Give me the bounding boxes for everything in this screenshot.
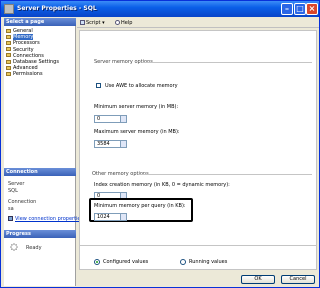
min-server-memory-label: Minimum server memory (in MB): bbox=[94, 104, 179, 110]
page-item-label: Database Settings bbox=[13, 59, 59, 65]
running-values-radio[interactable] bbox=[180, 259, 186, 265]
select-page-header: Select a page bbox=[4, 18, 76, 26]
page-item-connections[interactable]: Connections bbox=[6, 53, 44, 59]
server-properties-window: Server Properties - SQL – □ × Select a p… bbox=[0, 0, 320, 288]
min-query-memory-input[interactable]: 1024 bbox=[94, 213, 127, 221]
awe-checkbox[interactable] bbox=[96, 83, 101, 88]
page-icon bbox=[6, 71, 11, 76]
maximize-button[interactable]: □ bbox=[294, 3, 306, 15]
connection-value: sa bbox=[8, 206, 14, 212]
page-item-label: Permissions bbox=[13, 71, 43, 78]
max-server-memory-input[interactable]: 3584 bbox=[94, 140, 127, 148]
server-memory-divider bbox=[142, 62, 312, 63]
toolbar: Script ▾ Help bbox=[77, 18, 319, 28]
help-button[interactable]: Help bbox=[115, 20, 132, 26]
page-item-processors[interactable]: Processors bbox=[6, 40, 40, 46]
ok-button[interactable]: OK bbox=[241, 275, 275, 284]
view-connection-properties[interactable]: View connection properties bbox=[8, 216, 83, 222]
right-pane: Script ▾ Help Server memory options Use … bbox=[77, 18, 319, 286]
spinner-arrows-icon[interactable] bbox=[120, 141, 126, 147]
page-item-permissions[interactable]: Permissions bbox=[6, 71, 43, 77]
left-pane: Select a page General Memory Processors Sec… bbox=[4, 18, 83, 286]
index-memory-label: Index creation memory (in KB, 0 = dynami… bbox=[94, 182, 230, 188]
script-button[interactable]: Script ▾ bbox=[80, 20, 105, 26]
min-query-memory-label: Minimum memory per query (in KB): bbox=[94, 203, 186, 209]
configured-values-label: Configured values bbox=[103, 259, 149, 265]
help-icon bbox=[115, 20, 120, 25]
window-icon bbox=[4, 4, 14, 14]
help-label: Help bbox=[121, 20, 133, 26]
page-item-label: Memory bbox=[13, 34, 34, 41]
configured-values-radio[interactable] bbox=[94, 259, 100, 265]
page-item-general[interactable]: General bbox=[6, 28, 33, 34]
page-icon bbox=[6, 28, 11, 33]
script-icon bbox=[80, 20, 85, 25]
spinner-arrows-icon[interactable] bbox=[120, 214, 126, 220]
page-icon bbox=[6, 65, 11, 70]
connection-label: Connection bbox=[8, 199, 37, 205]
other-memory-divider bbox=[138, 174, 312, 175]
values-divider bbox=[80, 245, 316, 246]
page-icon bbox=[6, 53, 11, 58]
server-label: Server bbox=[8, 181, 25, 187]
min-server-memory-input[interactable]: 0 bbox=[94, 115, 127, 123]
page-icon bbox=[6, 40, 11, 45]
view-connection-link[interactable]: View connection properties bbox=[15, 216, 83, 222]
page-item-label: Processors bbox=[13, 40, 40, 47]
close-button[interactable]: × bbox=[306, 3, 318, 15]
page-item-label: Advanced bbox=[13, 65, 38, 72]
memory-page-content: Server memory options Use AWE to allocat… bbox=[79, 30, 317, 270]
page-icon bbox=[6, 59, 11, 64]
running-values-label: Running values bbox=[189, 259, 228, 265]
page-icon bbox=[6, 34, 11, 39]
page-icon bbox=[6, 47, 11, 52]
page-item-memory[interactable]: Memory bbox=[6, 34, 34, 41]
page-item-label: Connections bbox=[13, 52, 44, 59]
title-bar[interactable]: Server Properties - SQL – □ × bbox=[1, 1, 319, 17]
page-item-database-settings[interactable]: Database Settings bbox=[6, 59, 59, 65]
server-value: SQL bbox=[8, 188, 18, 194]
max-server-memory-value: 3584 bbox=[97, 141, 110, 147]
awe-label: Use AWE to allocate memory bbox=[105, 83, 178, 89]
min-server-memory-value: 0 bbox=[97, 116, 101, 122]
cancel-button[interactable]: Cancel bbox=[281, 275, 315, 284]
script-label: Script bbox=[86, 20, 101, 26]
window-title: Server Properties - SQL bbox=[17, 5, 97, 12]
spinner-arrows-icon[interactable] bbox=[120, 116, 126, 122]
connection-properties-icon bbox=[8, 216, 13, 221]
page-item-label: General bbox=[13, 28, 33, 34]
connection-header: Connection bbox=[4, 168, 76, 176]
max-server-memory-label: Maximum server memory (in MB): bbox=[94, 129, 180, 135]
min-query-memory-value: 1024 bbox=[97, 214, 110, 220]
minimize-button[interactable]: – bbox=[281, 3, 293, 15]
page-item-label: Security bbox=[13, 46, 34, 53]
page-item-advanced[interactable]: Advanced bbox=[6, 65, 38, 71]
script-dropdown-icon: ▾ bbox=[102, 20, 105, 26]
page-item-security[interactable]: Security bbox=[6, 47, 34, 53]
progress-header: Progress bbox=[4, 230, 76, 238]
progress-status: Ready bbox=[26, 245, 42, 251]
progress-spinner-icon bbox=[10, 243, 18, 253]
